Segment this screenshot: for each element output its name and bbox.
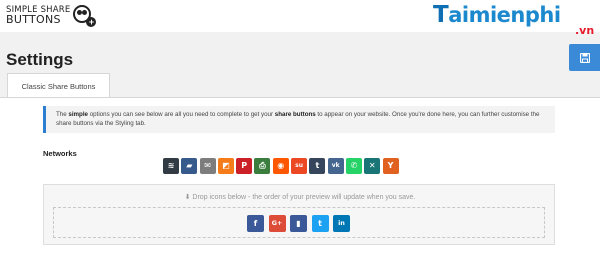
vk-network-button[interactable]: vk (327, 158, 344, 174)
linkedin-icon: in (338, 219, 345, 228)
facebook-preview-button[interactable]: f (247, 215, 264, 232)
networks-label: Networks (43, 149, 77, 158)
pinterest-network-button[interactable]: P (236, 158, 253, 174)
buffer-network-button[interactable]: ≋ (163, 158, 179, 174)
reddit-icon: ◉ (277, 161, 285, 170)
stumbleupon-network-button[interactable]: su (291, 158, 308, 174)
tab-classic-share-buttons[interactable]: Classic Share Buttons (7, 73, 110, 98)
pinterest-icon: P (241, 161, 248, 170)
tumblr-network-button[interactable]: t (309, 158, 326, 174)
print-network-button[interactable]: ⎙ (254, 158, 271, 174)
watermark-logo: Taimienphi (433, 2, 561, 28)
reddit-network-button[interactable]: ◉ (272, 158, 289, 174)
whatsapp-network-button[interactable]: ✆ (345, 158, 362, 174)
google-plus-preview-button[interactable]: G+ (268, 215, 286, 232)
twitter-preview-button[interactable]: t (311, 215, 329, 232)
preview-buttons: f G+ ▮ t in (247, 215, 355, 232)
info-notice: The simple options you can see below are… (43, 106, 555, 133)
xing-icon: ✕ (368, 161, 376, 170)
network-buttons: ≋ ▰ ✉ ◩ P ⎙ ◉ su t vk ✆ ✕ Y (163, 158, 401, 174)
facebook-icon: f (253, 218, 258, 228)
bookmark-preview-button[interactable]: ▮ (290, 215, 307, 232)
email-icon: ✉ (204, 161, 211, 170)
yummly-icon: Y (387, 161, 394, 170)
save-button[interactable] (569, 44, 600, 71)
watermark-suffix: .vn (575, 24, 595, 37)
watermark-text: aimienphi (448, 3, 561, 27)
top-bar: SIMPLE SHARE BUTTONS + Taimienphi .vn (0, 0, 600, 37)
flattr-network-button[interactable]: ◩ (217, 158, 234, 174)
print-icon: ⎙ (259, 161, 266, 170)
bookmark-icon: ▮ (296, 218, 301, 228)
diggit-network-button[interactable]: ▰ (181, 158, 198, 174)
page-title: Settings (6, 50, 74, 69)
linkedin-preview-button[interactable]: in (333, 215, 350, 232)
tumblr-icon: t (315, 161, 320, 170)
buffer-icon: ≋ (167, 161, 175, 170)
stumbleupon-icon: su (295, 162, 303, 169)
xing-network-button[interactable]: ✕ (364, 158, 381, 174)
drop-instructions: ⬇ Drop icons below - the order of your p… (184, 194, 416, 201)
floppy-disk-icon (579, 52, 590, 63)
flattr-icon: ◩ (222, 161, 230, 170)
logo-line2: BUTTONS (6, 13, 61, 26)
share-logo-icon: + (73, 5, 97, 27)
vk-icon: vk (331, 162, 340, 169)
plugin-logo: SIMPLE SHARE BUTTONS + (6, 5, 97, 27)
google-plus-icon: G+ (271, 219, 283, 228)
watermark-initial: T (433, 2, 449, 28)
yummly-network-button[interactable]: Y (382, 158, 399, 174)
email-network-button[interactable]: ✉ (199, 158, 216, 174)
diggit-icon: ▰ (186, 161, 193, 170)
twitter-icon: t (318, 218, 322, 228)
whatsapp-icon: ✆ (350, 161, 358, 170)
